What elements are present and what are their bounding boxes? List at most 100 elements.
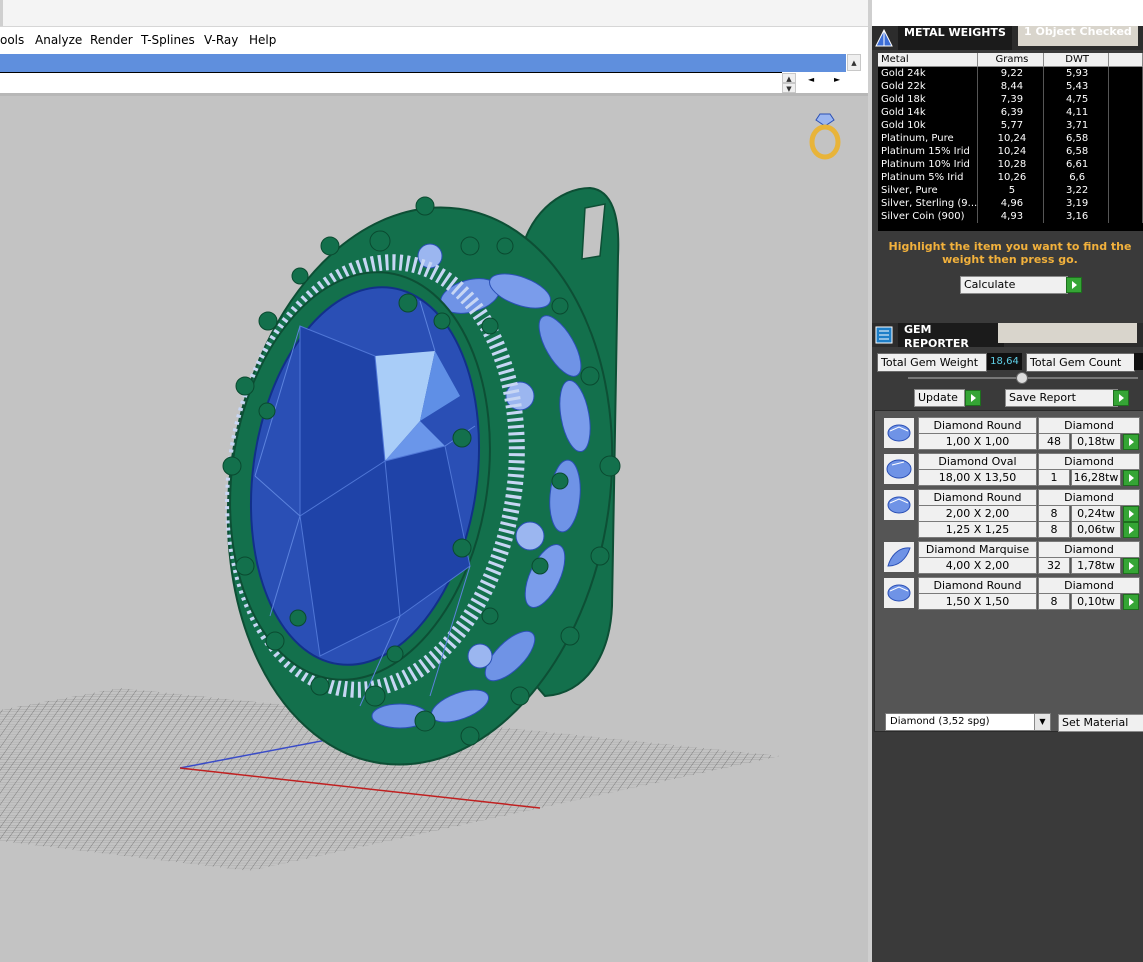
select-gem-go-button[interactable] <box>1123 558 1139 574</box>
grams-value: 10,24 <box>977 145 1044 158</box>
table-row[interactable]: Gold 22k 8,44 5,43 <box>878 80 1143 93</box>
grams-value: 9,22 <box>977 66 1044 80</box>
table-row[interactable]: Silver, Pure 5 3,22 <box>878 184 1143 197</box>
gem-shape-label[interactable]: Diamond Round <box>918 577 1037 594</box>
gem-count: 48 <box>1038 433 1070 450</box>
metal-name: Platinum 5% Irid <box>878 171 979 184</box>
total-gem-weight-value: 18,64 <box>987 353 1022 370</box>
total-gem-weight-label: Total Gem Weight <box>877 353 987 372</box>
menu-render[interactable]: Render <box>90 33 133 47</box>
gem-weight: 0,10tw <box>1071 593 1121 610</box>
oval-gem-icon <box>883 453 915 485</box>
dwt-value: 6,6 <box>1043 171 1109 184</box>
gem-size: 2,00 X 2,00 <box>918 505 1037 522</box>
gem-weight: 0,18tw <box>1071 433 1121 450</box>
gem-material-label[interactable]: Diamond <box>1038 417 1140 434</box>
gem-material-label[interactable]: Diamond <box>1038 577 1140 594</box>
column-grams[interactable]: Grams <box>977 53 1044 67</box>
table-row[interactable]: Silver Coin (900) 4,93 3,16 <box>878 210 1143 223</box>
command-history[interactable] <box>0 54 846 72</box>
metal-name: Silver, Sterling (9... <box>878 197 979 210</box>
gem-weight: 0,06tw <box>1071 521 1121 538</box>
select-gem-go-button[interactable] <box>1123 594 1139 610</box>
gem-shape-label[interactable]: Diamond Round <box>918 489 1037 506</box>
gem-size: 1,50 X 1,50 <box>918 593 1037 610</box>
objects-checked-status: 1 Object Checked <box>1018 26 1138 46</box>
grams-value: 5,77 <box>977 119 1044 132</box>
report-slider-handle[interactable] <box>1016 372 1028 384</box>
select-gem-go-button[interactable] <box>1123 470 1139 486</box>
calculate-select[interactable]: Calculate <box>960 276 1068 294</box>
dwt-value: 5,93 <box>1043 66 1109 80</box>
chevron-down-icon[interactable]: ▼ <box>1034 714 1050 730</box>
viewport-scene <box>0 186 780 871</box>
menu-tools[interactable]: ools <box>0 33 24 47</box>
metal-name: Platinum 15% Irid <box>878 145 979 158</box>
scroll-left-icon[interactable]: ◄ <box>808 75 814 84</box>
table-header-row: Metal Grams DWT <box>878 53 1143 67</box>
dwt-value: 6,58 <box>1043 145 1109 158</box>
scroll-right-icon[interactable]: ► <box>834 75 840 84</box>
gem-shape-label[interactable]: Diamond Round <box>918 417 1037 434</box>
gem-size: 1,25 X 1,25 <box>918 521 1037 538</box>
menu-analyze[interactable]: Analyze <box>35 33 82 47</box>
menu-help[interactable]: Help <box>249 33 276 47</box>
select-gem-go-button[interactable] <box>1123 434 1139 450</box>
right-panel: METAL WEIGHTS 1 Object Checked Metal Gra… <box>872 26 1143 962</box>
table-row[interactable]: Platinum 15% Irid 10,24 6,58 <box>878 145 1143 158</box>
command-prompt-input[interactable] <box>0 73 782 93</box>
save-report-go-button[interactable] <box>1113 390 1129 406</box>
table-row[interactable]: Platinum 10% Irid 10,28 6,61 <box>878 158 1143 171</box>
update-go-button[interactable] <box>965 390 981 406</box>
calculate-go-button[interactable] <box>1066 277 1082 293</box>
dwt-value: 4,11 <box>1043 106 1109 119</box>
perspective-viewport[interactable] <box>0 96 868 962</box>
table-row[interactable]: Gold 24k 9,22 5,93 <box>878 66 1143 80</box>
gem-count: 8 <box>1038 593 1070 610</box>
spin-up-icon[interactable]: ▲ <box>782 73 796 83</box>
dwt-value: 6,58 <box>1043 132 1109 145</box>
metal-weights-table: Metal Grams DWT Gold 24k 9,22 5,93 Gold 22… <box>878 53 1143 231</box>
table-row[interactable]: Gold 18k 7,39 4,75 <box>878 93 1143 106</box>
table-row[interactable]: Platinum, Pure 10,24 6,58 <box>878 132 1143 145</box>
table-row[interactable]: Gold 14k 6,39 4,11 <box>878 106 1143 119</box>
gem-shape-label[interactable]: Diamond Marquise <box>918 541 1037 558</box>
set-material-button[interactable]: Set Material <box>1058 714 1143 732</box>
menu-t-splines[interactable]: T-Splines <box>141 33 195 47</box>
table-row[interactable]: Platinum 5% Irid 10,26 6,6 <box>878 171 1143 184</box>
gem-weight: 1,78tw <box>1071 557 1121 574</box>
metal-name: Gold 24k <box>878 66 979 80</box>
metal-name: Gold 10k <box>878 119 979 132</box>
gem-reporter-header: GEM REPORTER <box>872 323 1143 350</box>
metal-name: Gold 14k <box>878 106 979 119</box>
gem-shape-label[interactable]: Diamond Oval <box>918 453 1037 470</box>
gem-size: 1,00 X 1,00 <box>918 433 1037 450</box>
menu-v-ray[interactable]: V-Ray <box>204 33 238 47</box>
title-strip <box>0 0 868 27</box>
gem-material-label[interactable]: Diamond <box>1038 453 1140 470</box>
gem-size: 18,00 X 13,50 <box>918 469 1037 486</box>
table-row[interactable]: Silver, Sterling (9... 4,96 3,19 <box>878 197 1143 210</box>
gem-material-label[interactable]: Diamond <box>1038 541 1140 558</box>
round-gem-icon <box>883 417 915 449</box>
table-row[interactable]: Gold 10k 5,77 3,71 <box>878 119 1143 132</box>
column-dwt[interactable]: DWT <box>1043 53 1109 67</box>
scroll-up-icon[interactable]: ▲ <box>847 54 861 71</box>
gem-material-label[interactable]: Diamond <box>1038 489 1140 506</box>
column-metal[interactable]: Metal <box>878 53 979 67</box>
update-button[interactable]: Update <box>914 389 965 407</box>
menu-bar: ools Analyze Render T-Splines V-Ray Help <box>0 28 868 52</box>
save-report-button[interactable]: Save Report <box>1005 389 1118 407</box>
select-gem-go-button[interactable] <box>1123 506 1139 522</box>
ring-gizmo-icon[interactable] <box>808 112 842 160</box>
metal-weights-header: METAL WEIGHTS 1 Object Checked <box>872 26 1143 50</box>
total-gem-count-value <box>1134 353 1143 370</box>
spin-down-icon[interactable]: ▼ <box>782 83 796 93</box>
gem-weight: 0,24tw <box>1071 505 1121 522</box>
gem-reporter-icon <box>874 325 894 345</box>
material-select[interactable]: Diamond (3,52 spg) ▼ <box>885 713 1051 731</box>
select-gem-go-button[interactable] <box>1123 522 1139 538</box>
grams-value: 5 <box>977 184 1044 197</box>
gem-reporter-title: GEM REPORTER <box>898 323 1004 350</box>
grams-value: 4,96 <box>977 197 1044 210</box>
